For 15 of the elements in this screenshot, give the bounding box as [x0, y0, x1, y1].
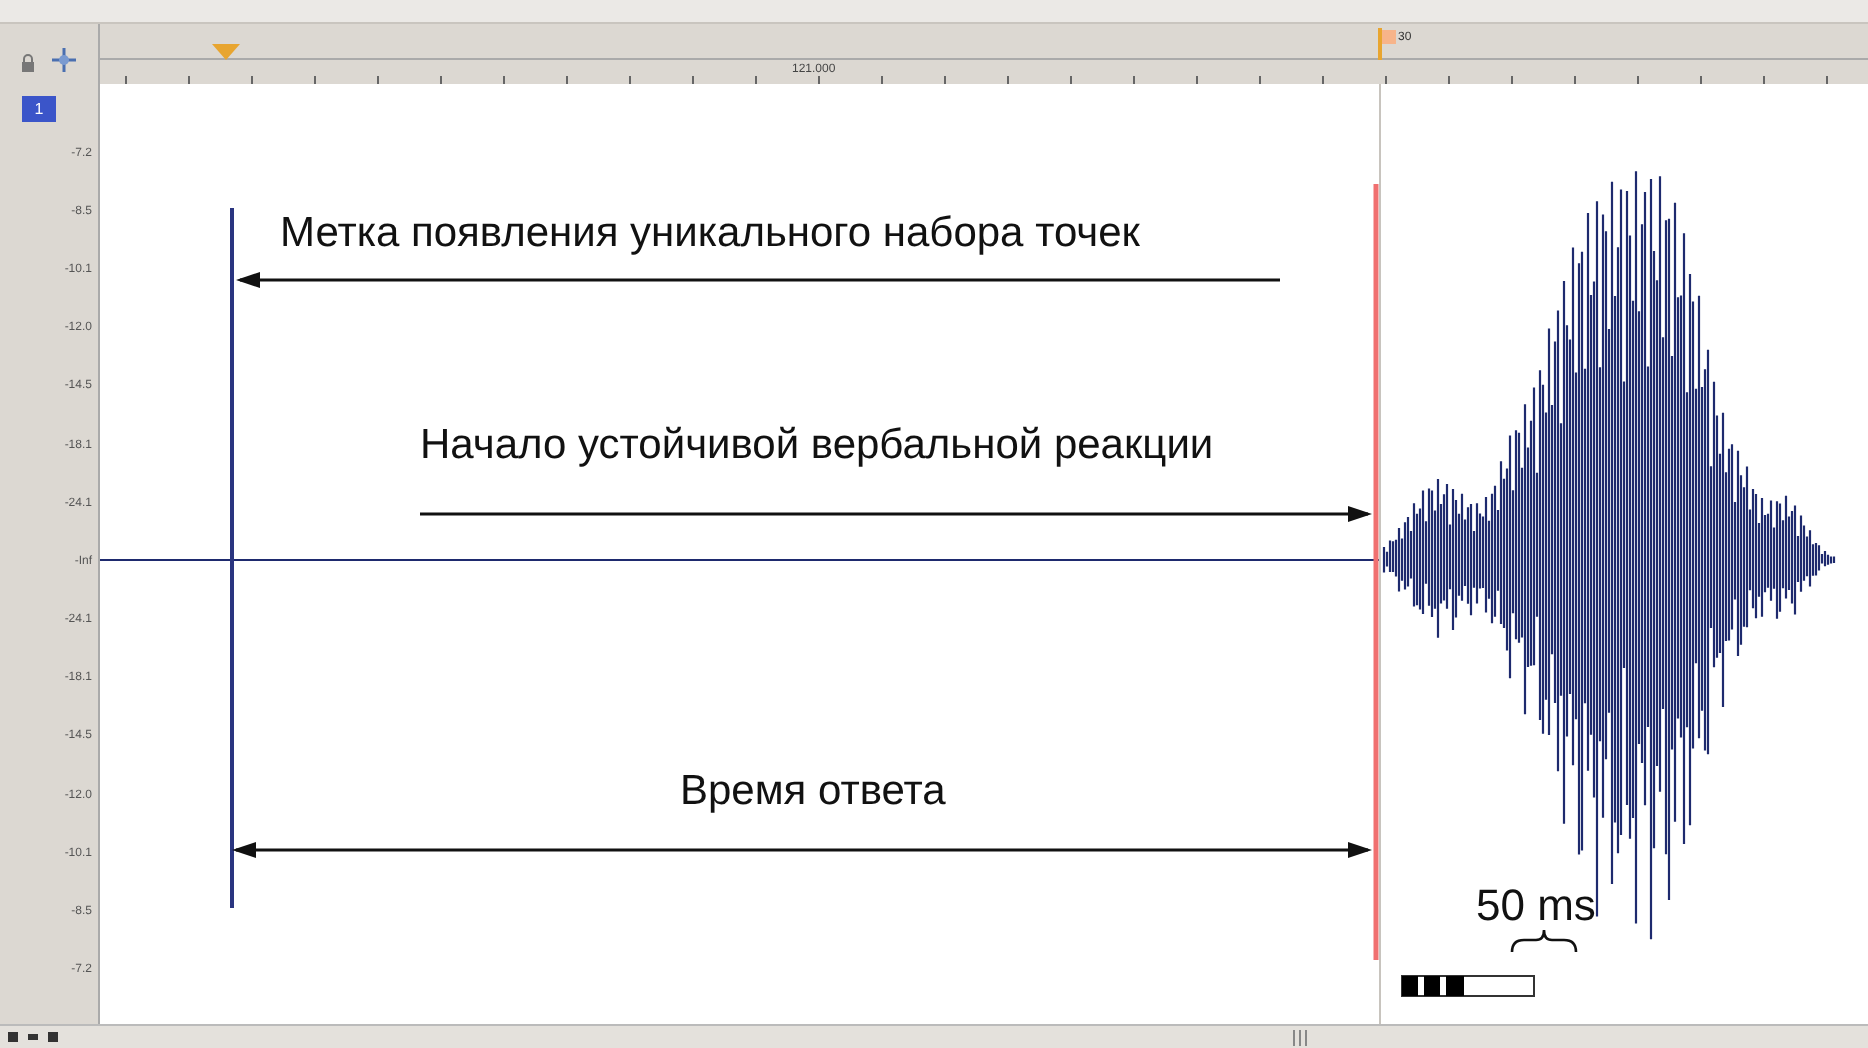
playhead-icon[interactable] [212, 44, 240, 60]
scroll-thumb-icon[interactable] [1288, 1029, 1312, 1045]
lock-icon[interactable] [20, 54, 36, 72]
snap-icon[interactable] [52, 48, 76, 72]
brace-drawing [1510, 928, 1578, 953]
zoom-in-icon[interactable] [8, 1032, 18, 1042]
annotation-text: Метка появления уникального набора точек [280, 212, 1140, 254]
zoom-out-icon[interactable] [28, 1032, 38, 1042]
scale-label: 50 ms [1476, 884, 1596, 928]
flag-icon[interactable] [1378, 28, 1398, 60]
scale-bar [1401, 975, 1535, 997]
channel-badge[interactable]: 1 [22, 96, 56, 122]
annotation-text: Начало устойчивой вербальной реакции [420, 424, 1214, 466]
annotation-text: Время ответа [680, 770, 946, 812]
zoom-fit-icon[interactable] [48, 1032, 58, 1042]
